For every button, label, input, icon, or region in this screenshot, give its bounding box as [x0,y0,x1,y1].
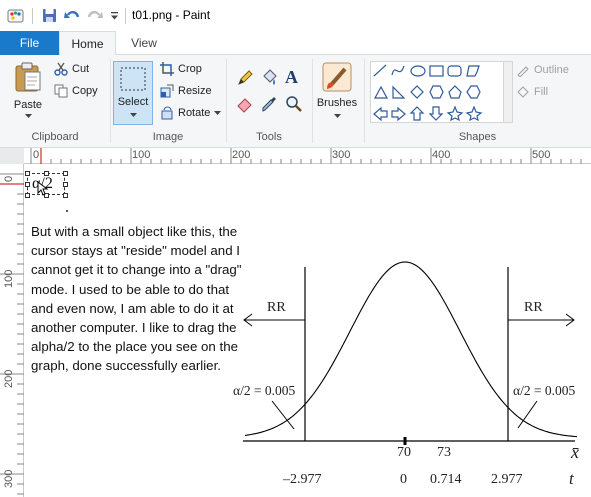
cut-button[interactable]: Cut [54,62,89,76]
vertical-ruler-ticks [0,173,24,495]
paint-canvas[interactable]: α/2 But with a small object like this, t… [25,165,591,497]
fill-icon [517,86,529,98]
outline-button[interactable]: Outline [516,63,569,77]
t-value-right: 2.977 [491,472,523,487]
hruler-label-400: 400 [432,149,451,161]
paste-icon [15,62,41,92]
fill-label: Fill [534,86,549,98]
eraser-icon [237,98,252,113]
eyedropper-icon [262,97,276,112]
cut-label: Cut [72,63,90,75]
save-icon[interactable] [40,7,58,24]
text-tool[interactable]: A [285,67,298,88]
tools-group-label: Tools [256,131,282,143]
resize-button[interactable]: Resize [160,84,212,98]
paint-app-icon[interactable] [6,7,26,24]
bell-curve [244,261,578,438]
shapes-gallery[interactable] [370,61,504,123]
window-title: t01.png - Paint [132,8,211,22]
ribbon: Paste Cut Copy Clipboard Select Crop Res… [0,55,591,148]
rr-right-label: RR [524,300,543,315]
t-axis-symbol: t [569,469,574,488]
select-icon [120,67,146,91]
xbar-tick-73: 73 [437,445,451,460]
vruler-label-100: 100 [3,269,15,288]
paste-dropdown-icon [24,114,32,118]
hruler-label-200: 200 [232,149,251,161]
t-value-observed: 0.714 [430,472,462,487]
tab-home[interactable]: Home [59,31,116,56]
hruler-label-300: 300 [332,149,351,161]
outline-icon [517,66,529,77]
rotate-button[interactable]: Rotate [160,106,222,120]
crop-icon [160,62,174,76]
alpha-right-pointer [517,400,538,429]
clipboard-group-label: Clipboard [31,131,79,143]
paste-button[interactable]: Paste [8,61,48,127]
resize-icon [160,84,174,98]
hruler-label-100: 100 [132,149,151,161]
hruler-label-0: 0 [33,149,40,161]
hruler-label-500: 500 [532,149,551,161]
copy-icon [54,84,68,98]
outline-label: Outline [534,64,569,76]
ribbon-tab-row: File Home View [0,31,591,56]
horizontal-ruler-ticks [30,148,582,164]
copy-label: Copy [72,85,98,97]
t-value-zero: 0 [400,472,407,487]
ruler-corner [0,148,24,164]
copy-button[interactable]: Copy [54,84,98,98]
alpha-left-label: α/2 = 0.005 [233,383,296,398]
vruler-label-300: 300 [3,469,15,488]
rotate-label: Rotate [178,107,211,119]
alpha-left-pointer [271,400,295,430]
xbar-tick-70: 70 [397,445,411,460]
shapes-group-label: Shapes [458,131,497,143]
redo-icon[interactable] [86,7,104,24]
brush-icon [322,62,352,92]
resize-label: Resize [178,85,212,97]
paste-label: Paste [13,99,43,111]
scissors-icon [54,62,68,76]
shapes-grid-icon [373,64,483,122]
pencil-tool[interactable] [236,69,254,87]
brushes-label: Brushes [316,97,358,109]
select-dropdown-icon [129,113,137,117]
select-label: Select [117,96,149,108]
horizontal-ruler: 0 100 200 300 400 500 [24,148,591,164]
paint-bucket-icon [263,69,277,85]
alpha-right-label: α/2 = 0.005 [513,383,576,398]
magnifier-icon [286,96,302,112]
brushes-dropdown-icon [333,114,341,118]
vruler-label-200: 200 [3,369,15,388]
vertical-ruler: 0 100 200 300 [0,164,24,497]
t-value-left: –2.977 [283,472,322,487]
shapes-gallery-scroll[interactable] [504,61,513,123]
undo-icon[interactable] [63,7,81,24]
t-distribution-graph [243,261,578,445]
color-picker-tool[interactable] [260,95,278,113]
rr-left-label: RR [267,300,286,315]
eraser-tool[interactable] [236,95,254,113]
customize-toolbar-icon[interactable] [108,7,120,24]
fill-button[interactable]: Fill [516,85,548,99]
tab-file[interactable]: File [0,31,59,55]
magnifier-tool[interactable] [285,95,303,113]
pencil-icon [238,70,253,85]
select-button[interactable]: Select [113,61,153,125]
tab-view[interactable]: View [116,31,172,55]
fill-tool[interactable] [260,69,278,87]
vruler-label-0: 0 [3,175,15,182]
rotate-dropdown-icon [214,111,222,115]
crop-button[interactable]: Crop [160,62,202,76]
title-bar: t01.png - Paint [0,0,591,31]
rotate-icon [161,106,173,120]
image-group-label: Image [152,131,184,143]
crop-label: Crop [178,63,202,75]
brushes-button[interactable]: Brushes [315,61,359,125]
xbar-axis-symbol: x̄ [571,442,579,462]
